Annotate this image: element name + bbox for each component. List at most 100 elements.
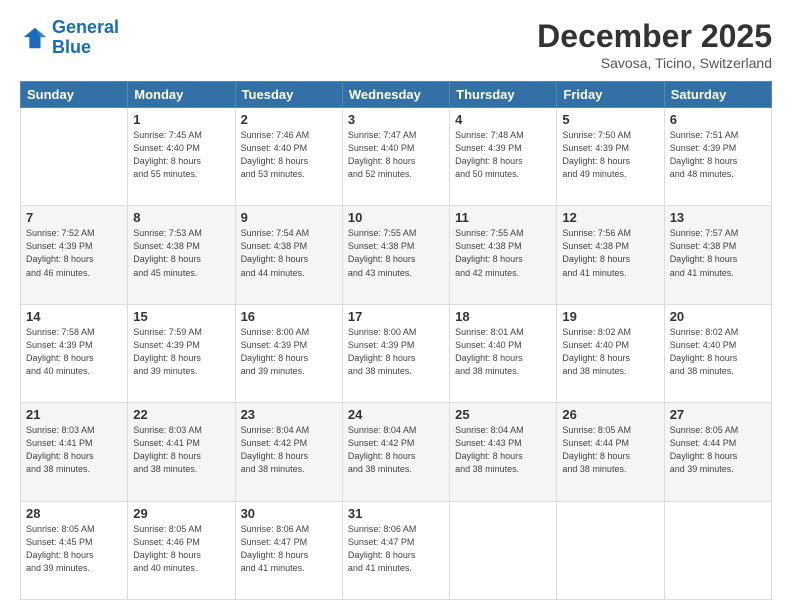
day-number: 15 — [133, 309, 229, 324]
calendar-cell: 9 Sunrise: 7:54 AMSunset: 4:38 PMDaylight… — [235, 206, 342, 304]
calendar-cell: 4 Sunrise: 7:48 AMSunset: 4:39 PMDaylight… — [450, 108, 557, 206]
calendar-cell — [450, 501, 557, 599]
day-info: Sunrise: 7:53 AMSunset: 4:38 PMDaylight:… — [133, 227, 229, 279]
day-number: 5 — [562, 112, 658, 127]
day-info: Sunrise: 8:03 AMSunset: 4:41 PMDaylight:… — [133, 424, 229, 476]
day-number: 25 — [455, 407, 551, 422]
calendar-cell: 25Sunrise: 8:04 AMSunset: 4:43 PMDayligh… — [450, 403, 557, 501]
day-number: 23 — [241, 407, 337, 422]
calendar-cell: 20 Sunrise: 8:02 AMSunset: 4:40 PMDayligh… — [664, 304, 771, 402]
day-number: 1 — [133, 112, 229, 127]
calendar-cell: 6Sunrise: 7:51 AMSunset: 4:39 PMDaylight… — [664, 108, 771, 206]
calendar-cell: 27 Sunrise: 8:05 AMSunset: 4:44 PMDayligh… — [664, 403, 771, 501]
calendar-cell: 28 Sunrise: 8:05 AMSunset: 4:45 PMDayligh… — [21, 501, 128, 599]
day-info: Sunrise: 7:46 AMSunset: 4:40 PMDaylight:… — [241, 129, 337, 181]
calendar-cell: 14 Sunrise: 7:58 AMSunset: 4:39 PMDayligh… — [21, 304, 128, 402]
calendar-cell: 16Sunrise: 8:00 AMSunset: 4:39 PMDayligh… — [235, 304, 342, 402]
calendar-cell: 21 Sunrise: 8:03 AMSunset: 4:41 PMDayligh… — [21, 403, 128, 501]
day-number: 30 — [241, 506, 337, 521]
calendar-cell: 23 Sunrise: 8:04 AMSunset: 4:42 PMDayligh… — [235, 403, 342, 501]
week-row-3: 21 Sunrise: 8:03 AMSunset: 4:41 PMDayligh… — [21, 403, 772, 501]
day-number: 16 — [241, 309, 337, 324]
day-number: 2 — [241, 112, 337, 127]
day-number: 29 — [133, 506, 229, 521]
calendar-table: Sunday Monday Tuesday Wednesday Thursday… — [20, 81, 772, 600]
day-number: 28 — [26, 506, 122, 521]
calendar-cell: 1 Sunrise: 7:45 AMSunset: 4:40 PMDaylight… — [128, 108, 235, 206]
header-saturday: Saturday — [664, 82, 771, 108]
header-tuesday: Tuesday — [235, 82, 342, 108]
logo-icon — [20, 24, 48, 52]
day-info: Sunrise: 8:06 AMSunset: 4:47 PMDaylight:… — [348, 523, 444, 575]
calendar-cell — [21, 108, 128, 206]
header-sunday: Sunday — [21, 82, 128, 108]
day-info: Sunrise: 8:05 AMSunset: 4:45 PMDaylight:… — [26, 523, 122, 575]
day-number: 7 — [26, 210, 122, 225]
calendar-cell: 17 Sunrise: 8:00 AMSunset: 4:39 PMDayligh… — [342, 304, 449, 402]
day-number: 24 — [348, 407, 444, 422]
day-number: 12 — [562, 210, 658, 225]
day-info: Sunrise: 7:51 AMSunset: 4:39 PMDaylight:… — [670, 129, 766, 181]
day-info: Sunrise: 7:58 AMSunset: 4:39 PMDaylight:… — [26, 326, 122, 378]
day-number: 22 — [133, 407, 229, 422]
day-info: Sunrise: 7:45 AMSunset: 4:40 PMDaylight:… — [133, 129, 229, 181]
day-info: Sunrise: 7:48 AMSunset: 4:39 PMDaylight:… — [455, 129, 551, 181]
calendar-cell: 7 Sunrise: 7:52 AMSunset: 4:39 PMDaylight… — [21, 206, 128, 304]
day-number: 13 — [670, 210, 766, 225]
day-info: Sunrise: 8:00 AMSunset: 4:39 PMDaylight:… — [348, 326, 444, 378]
week-row-0: 1 Sunrise: 7:45 AMSunset: 4:40 PMDaylight… — [21, 108, 772, 206]
day-info: Sunrise: 8:02 AMSunset: 4:40 PMDaylight:… — [670, 326, 766, 378]
day-info: Sunrise: 8:03 AMSunset: 4:41 PMDaylight:… — [26, 424, 122, 476]
month-title: December 2025 — [537, 18, 772, 55]
calendar-cell: 3Sunrise: 7:47 AMSunset: 4:40 PMDaylight… — [342, 108, 449, 206]
calendar-cell: 13Sunrise: 7:57 AMSunset: 4:38 PMDayligh… — [664, 206, 771, 304]
logo-line1: General — [52, 17, 119, 37]
day-number: 19 — [562, 309, 658, 324]
day-number: 4 — [455, 112, 551, 127]
calendar-cell: 2 Sunrise: 7:46 AMSunset: 4:40 PMDaylight… — [235, 108, 342, 206]
location-subtitle: Savosa, Ticino, Switzerland — [537, 55, 772, 71]
calendar-cell: 11 Sunrise: 7:55 AMSunset: 4:38 PMDayligh… — [450, 206, 557, 304]
day-info: Sunrise: 7:55 AMSunset: 4:38 PMDaylight:… — [348, 227, 444, 279]
title-block: December 2025 Savosa, Ticino, Switzerlan… — [537, 18, 772, 71]
calendar-cell: 10 Sunrise: 7:55 AMSunset: 4:38 PMDayligh… — [342, 206, 449, 304]
calendar-cell: 29 Sunrise: 8:05 AMSunset: 4:46 PMDayligh… — [128, 501, 235, 599]
week-row-4: 28 Sunrise: 8:05 AMSunset: 4:45 PMDayligh… — [21, 501, 772, 599]
day-number: 11 — [455, 210, 551, 225]
calendar-cell: 24Sunrise: 8:04 AMSunset: 4:42 PMDayligh… — [342, 403, 449, 501]
calendar-cell: 8 Sunrise: 7:53 AMSunset: 4:38 PMDaylight… — [128, 206, 235, 304]
header-friday: Friday — [557, 82, 664, 108]
day-info: Sunrise: 7:52 AMSunset: 4:39 PMDaylight:… — [26, 227, 122, 279]
header-monday: Monday — [128, 82, 235, 108]
day-info: Sunrise: 8:05 AMSunset: 4:44 PMDaylight:… — [670, 424, 766, 476]
day-number: 9 — [241, 210, 337, 225]
day-number: 10 — [348, 210, 444, 225]
day-number: 3 — [348, 112, 444, 127]
day-number: 27 — [670, 407, 766, 422]
day-number: 20 — [670, 309, 766, 324]
day-info: Sunrise: 8:05 AMSunset: 4:44 PMDaylight:… — [562, 424, 658, 476]
calendar-cell — [664, 501, 771, 599]
calendar-cell: 26Sunrise: 8:05 AMSunset: 4:44 PMDayligh… — [557, 403, 664, 501]
day-info: Sunrise: 8:05 AMSunset: 4:46 PMDaylight:… — [133, 523, 229, 575]
calendar-cell: 30 Sunrise: 8:06 AMSunset: 4:47 PMDayligh… — [235, 501, 342, 599]
calendar-cell: 5 Sunrise: 7:50 AMSunset: 4:39 PMDaylight… — [557, 108, 664, 206]
calendar-cell: 18Sunrise: 8:01 AMSunset: 4:40 PMDayligh… — [450, 304, 557, 402]
day-number: 21 — [26, 407, 122, 422]
day-number: 14 — [26, 309, 122, 324]
day-info: Sunrise: 8:06 AMSunset: 4:47 PMDaylight:… — [241, 523, 337, 575]
day-info: Sunrise: 8:04 AMSunset: 4:42 PMDaylight:… — [241, 424, 337, 476]
day-number: 8 — [133, 210, 229, 225]
calendar-cell: 12Sunrise: 7:56 AMSunset: 4:38 PMDayligh… — [557, 206, 664, 304]
day-info: Sunrise: 7:55 AMSunset: 4:38 PMDaylight:… — [455, 227, 551, 279]
weekday-header-row: Sunday Monday Tuesday Wednesday Thursday… — [21, 82, 772, 108]
week-row-1: 7 Sunrise: 7:52 AMSunset: 4:39 PMDaylight… — [21, 206, 772, 304]
day-info: Sunrise: 7:50 AMSunset: 4:39 PMDaylight:… — [562, 129, 658, 181]
header: General Blue December 2025 Savosa, Ticin… — [20, 18, 772, 71]
day-number: 31 — [348, 506, 444, 521]
week-row-2: 14 Sunrise: 7:58 AMSunset: 4:39 PMDayligh… — [21, 304, 772, 402]
day-number: 17 — [348, 309, 444, 324]
day-info: Sunrise: 7:59 AMSunset: 4:39 PMDaylight:… — [133, 326, 229, 378]
day-info: Sunrise: 7:54 AMSunset: 4:38 PMDaylight:… — [241, 227, 337, 279]
calendar-cell: 22 Sunrise: 8:03 AMSunset: 4:41 PMDayligh… — [128, 403, 235, 501]
